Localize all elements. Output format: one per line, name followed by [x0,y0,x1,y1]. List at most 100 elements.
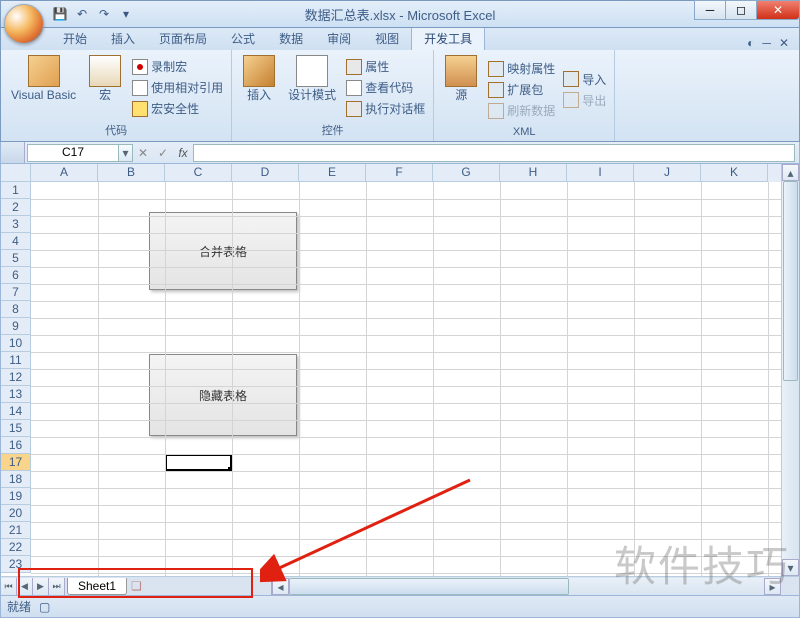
ribbon-tabs: 开始 插入 页面布局 公式 数据 审阅 视图 开发工具 ◐ ─ ✕ [0,28,800,50]
tab-first-icon[interactable]: ⏮ [1,578,17,595]
scroll-right-icon[interactable]: ▸ [764,578,781,595]
minimize-button[interactable]: ─ [694,0,726,20]
row-header[interactable]: 22 [1,539,31,556]
record-icon [132,59,148,75]
save-icon[interactable]: 💾 [51,5,69,23]
row-header[interactable]: 11 [1,352,31,369]
import-button[interactable]: 导入 [561,70,608,89]
hscroll-thumb[interactable] [289,578,569,595]
vscroll-thumb[interactable] [783,181,798,381]
col-header[interactable]: B [98,164,165,182]
row-header[interactable]: 9 [1,318,31,335]
namebox-dropdown[interactable]: ▾ [119,144,133,162]
select-all-corner[interactable] [1,164,31,182]
row-header[interactable]: 18 [1,471,31,488]
insert-control-button[interactable]: 插入 [238,53,280,122]
scroll-left-icon[interactable]: ◂ [272,578,289,595]
tab-prev-icon[interactable]: ◀ [17,578,33,595]
help-icon[interactable]: ◐ [747,36,754,50]
macro-status-icon[interactable]: ▢ [39,600,50,614]
dialog-icon [346,101,362,117]
formula-bar-row: C17 ▾ ✕ ✓ fx [0,142,800,164]
row-header[interactable]: 5 [1,250,31,267]
row-header[interactable]: 12 [1,369,31,386]
tab-next-icon[interactable]: ▶ [33,578,49,595]
tab-developer[interactable]: 开发工具 [411,26,485,50]
run-dialog-button[interactable]: 执行对话框 [344,99,427,118]
map-properties-button[interactable]: 映射属性 [486,59,557,78]
hide-tables-button[interactable]: 隐藏表格 [149,354,297,436]
record-macro-button[interactable]: 录制宏 [130,57,225,76]
tab-insert[interactable]: 插入 [99,27,147,50]
sheet-tab[interactable]: Sheet1 [67,578,127,595]
row-header[interactable]: 17 [1,454,31,471]
row-header[interactable]: 21 [1,522,31,539]
cells-grid[interactable]: 合并表格 隐藏表格 [31,182,781,576]
office-button[interactable] [4,4,44,44]
row-header[interactable]: 6 [1,267,31,284]
tab-home[interactable]: 开始 [51,27,99,50]
new-sheet-icon[interactable]: ❏ [131,579,142,593]
row-header[interactable]: 1 [1,182,31,199]
row-header[interactable]: 8 [1,301,31,318]
col-header[interactable]: F [366,164,433,182]
row-header[interactable]: 15 [1,420,31,437]
tab-view[interactable]: 视图 [363,27,411,50]
row-header[interactable]: 7 [1,284,31,301]
merge-tables-button[interactable]: 合并表格 [149,212,297,290]
row-header[interactable]: 4 [1,233,31,250]
row-header[interactable]: 3 [1,216,31,233]
formula-bar[interactable] [193,144,795,162]
col-header[interactable]: G [433,164,500,182]
col-header[interactable]: I [567,164,634,182]
row-header[interactable]: 19 [1,488,31,505]
ribbon-minimize-icon[interactable]: ─ [762,36,771,50]
maximize-button[interactable]: ◻ [725,0,757,20]
close-button[interactable]: ✕ [756,0,800,20]
tab-formulas[interactable]: 公式 [219,27,267,50]
tab-last-icon[interactable]: ⏭ [49,578,65,595]
scroll-up-icon[interactable]: ▴ [782,164,799,181]
scroll-down-icon[interactable]: ▾ [782,559,799,576]
col-header[interactable]: K [701,164,768,182]
undo-icon[interactable]: ↶ [73,5,91,23]
macro-security-button[interactable]: 宏安全性 [130,99,225,118]
design-mode-button[interactable]: 设计模式 [284,53,340,122]
view-code-button[interactable]: 查看代码 [344,78,427,97]
qat-more-icon[interactable]: ▾ [117,5,135,23]
row-header[interactable]: 2 [1,199,31,216]
export-button[interactable]: 导出 [561,91,608,110]
active-cell[interactable] [165,454,232,471]
col-header[interactable]: D [232,164,299,182]
redo-icon[interactable]: ↷ [95,5,113,23]
refresh-data-button[interactable]: 刷新数据 [486,101,557,120]
tab-pagelayout[interactable]: 页面布局 [147,27,219,50]
col-header[interactable]: A [31,164,98,182]
xml-source-button[interactable]: 源 [440,53,482,126]
col-header[interactable]: H [500,164,567,182]
row-header[interactable]: 23 [1,556,31,573]
enter-icon: ✓ [153,146,173,160]
name-box[interactable]: C17 [27,144,119,162]
col-header[interactable]: E [299,164,366,182]
group-controls: 插入 设计模式 属性 查看代码 执行对话框 控件 [232,50,434,141]
row-header[interactable]: 10 [1,335,31,352]
fx-icon[interactable]: fx [173,146,193,160]
tab-review[interactable]: 审阅 [315,27,363,50]
relative-ref-button[interactable]: 使用相对引用 [130,78,225,97]
row-header[interactable]: 20 [1,505,31,522]
macros-button[interactable]: 宏 [84,53,126,122]
tab-data[interactable]: 数据 [267,27,315,50]
col-header[interactable]: J [634,164,701,182]
horizontal-scrollbar[interactable]: ◂ ▸ [271,578,781,595]
properties-button[interactable]: 属性 [344,57,427,76]
row-header[interactable]: 13 [1,386,31,403]
row-header[interactable]: 16 [1,437,31,454]
row-header[interactable]: 14 [1,403,31,420]
vertical-scrollbar[interactable]: ▴ ▾ [781,164,799,576]
doc-close-icon[interactable]: ✕ [779,36,789,50]
ext-icon [488,82,504,98]
expansion-pack-button[interactable]: 扩展包 [486,80,557,99]
col-header[interactable]: C [165,164,232,182]
visual-basic-button[interactable]: Visual Basic [7,53,80,122]
